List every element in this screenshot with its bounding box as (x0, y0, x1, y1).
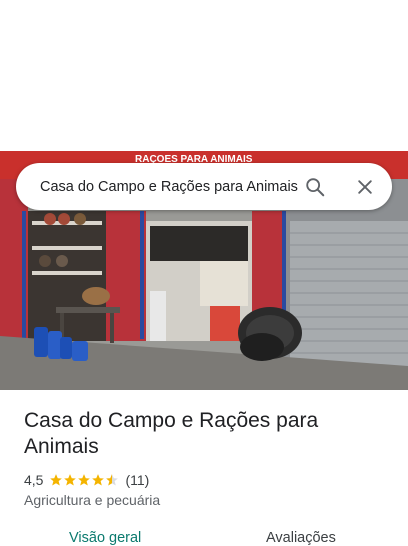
close-icon (358, 180, 372, 194)
place-title: Casa do Campo e Rações para Animais (24, 409, 319, 458)
close-button[interactable] (351, 173, 379, 201)
search-icon (306, 178, 325, 197)
star-half-icon (106, 474, 119, 486)
place-category: Agricultura e pecuária (24, 492, 161, 508)
tab-overview[interactable]: Visão geral (69, 530, 141, 546)
rating-row[interactable]: 4,5 (11) (24, 470, 149, 490)
review-count[interactable]: (11) (125, 472, 149, 488)
star-icon (92, 474, 105, 486)
star-icon (78, 474, 91, 486)
star-icon (64, 474, 77, 486)
search-bar[interactable]: Casa do Campo e Rações para Animais (16, 163, 392, 210)
rating-value: 4,5 (24, 472, 44, 488)
search-input[interactable]: Casa do Campo e Rações para Animais (40, 177, 302, 197)
search-button[interactable] (301, 173, 329, 201)
tab-reviews[interactable]: Avaliações (266, 530, 336, 546)
rating-stars (49, 473, 119, 487)
star-icon (50, 474, 63, 486)
